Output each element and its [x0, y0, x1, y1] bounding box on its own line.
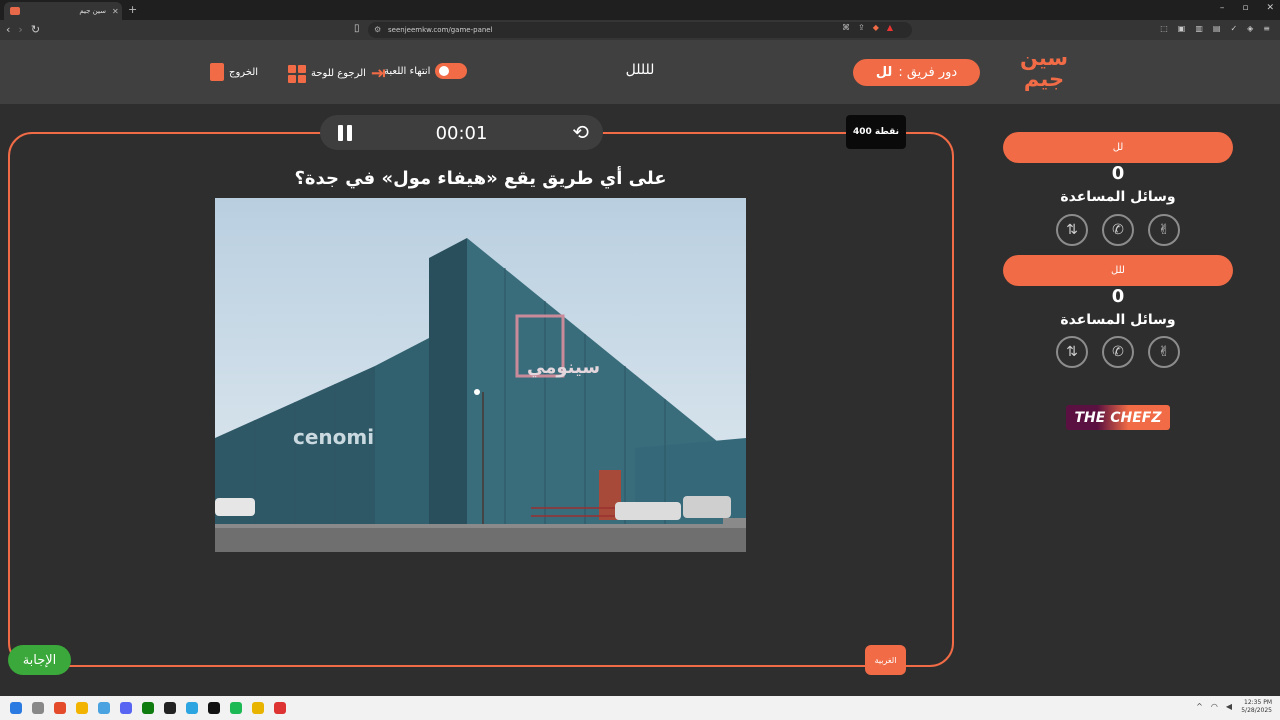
reader-icon[interactable]: ▤ — [1213, 24, 1221, 33]
double-answer-icon[interactable]: ✌ — [1148, 336, 1180, 368]
address-toolbar: ‹ › ↻ ▯ ⚙ seenjeemkw.com/game-panel ⌘ ⇪ … — [0, 20, 1280, 40]
mall-photo: cenomi سينومي — [215, 198, 746, 552]
taskbar-apps — [0, 702, 286, 714]
wallet-icon[interactable]: ▣ — [1178, 24, 1186, 33]
sponsor-logo: THE CHEFZ — [1066, 405, 1170, 430]
app-icon[interactable] — [252, 702, 264, 714]
back-to-board-label: الرجوع للوحة — [311, 68, 366, 79]
forward-icon[interactable]: › — [18, 23, 22, 36]
timer-bar: 00:01 ⟲ — [320, 115, 603, 150]
team-2-lifelines: ⇅ ✆ ✌ — [1056, 336, 1180, 368]
browser-tab[interactable]: سين جيم ✕ — [4, 2, 122, 20]
end-game-toggle-icon[interactable] — [435, 63, 468, 79]
wifi-icon[interactable]: ◠ — [1211, 702, 1218, 711]
share-icon[interactable]: ⇪ — [858, 23, 865, 32]
discord-icon[interactable] — [120, 702, 132, 714]
reload-icon[interactable]: ↻ — [31, 23, 40, 36]
site-info-icon[interactable]: ⚙ — [374, 22, 381, 38]
maximize-icon[interactable]: ▫ — [1242, 3, 1248, 13]
system-tray: ^ ◠ ◀ — [1196, 702, 1232, 711]
steam-icon[interactable] — [164, 702, 176, 714]
reset-timer-icon[interactable]: ⟲ — [572, 120, 589, 144]
team-2-name: للل — [1003, 255, 1233, 286]
sign-right: سينومي — [527, 357, 600, 378]
close-tab-icon[interactable]: ✕ — [112, 7, 122, 16]
url-field[interactable]: ⚙ seenjeemkw.com/game-panel — [368, 22, 912, 38]
question-image: cenomi سينومي — [215, 198, 746, 552]
check-icon[interactable]: ✓ — [1230, 24, 1237, 33]
category-badge: الغربية — [865, 645, 906, 675]
close-window-icon[interactable]: ✕ — [1266, 3, 1274, 13]
team-2-helps-label: وسائل المساعدة — [1060, 312, 1176, 328]
exit-label: الخروج — [229, 66, 259, 78]
swap-icon[interactable]: ⇅ — [1056, 214, 1088, 246]
tab-title: سين جيم — [79, 7, 106, 15]
team-2-score: 0 — [1111, 286, 1125, 307]
extensions-icon[interactable]: ⬚ — [1160, 24, 1168, 33]
telegram-icon[interactable] — [186, 702, 198, 714]
start-icon[interactable] — [10, 702, 22, 714]
search-icon[interactable] — [32, 702, 44, 714]
chevron-up-icon[interactable]: ^ — [1196, 702, 1203, 711]
browser-toolbar-right: ⬚ ▣ ▥ ▤ ✓ ◈ ≡ — [1160, 24, 1270, 33]
sign-left: cenomi — [293, 425, 374, 449]
os-taskbar: ^ ◠ ◀ 12:35 PM 5/28/2025 — [0, 696, 1280, 720]
window-controls: – ▫ ✕ — [1220, 3, 1274, 13]
warning-icon[interactable]: ▲ — [887, 23, 893, 32]
team-1-score: 0 — [1111, 163, 1125, 184]
store-icon[interactable] — [98, 702, 110, 714]
clock-time: 12:35 PM — [1244, 699, 1272, 706]
nav-buttons: ‹ › ↻ — [6, 23, 40, 36]
bookmark-icon[interactable]: ▯ — [354, 23, 360, 34]
shield-icon[interactable]: ◆ — [873, 23, 879, 32]
logo-line-2: جيم — [1023, 67, 1065, 91]
end-game-button[interactable]: انتهاء اللعبة — [384, 63, 468, 79]
board-grid-icon — [288, 64, 306, 83]
url-actions: ⌘ ⇪ ◆ ▲ — [842, 23, 893, 32]
team-1-helps-label: وسائل المساعدة — [1060, 189, 1176, 205]
back-to-board-button[interactable]: ⇥ الرجوع للوحة — [288, 63, 386, 84]
chatgpt-icon[interactable] — [208, 702, 220, 714]
exit-door-icon — [210, 63, 224, 81]
menu-icon[interactable]: ≡ — [1263, 24, 1270, 33]
key-icon[interactable]: ⌘ — [842, 23, 850, 32]
turn-team: لل — [875, 65, 893, 80]
browser-tab-bar: سين جيم ✕ + – ▫ ✕ — [0, 0, 1280, 20]
brave-icon[interactable] — [54, 702, 66, 714]
url-text: seenjeemkw.com/game-panel — [388, 26, 493, 34]
minimize-icon[interactable]: – — [1220, 3, 1225, 13]
turn-indicator: دور فريق : لل — [853, 59, 980, 86]
back-arrow-icon: ⇥ — [370, 63, 386, 84]
adobe-icon[interactable] — [274, 702, 286, 714]
turn-label: دور فريق : — [898, 65, 958, 80]
game-name: للللل — [625, 62, 655, 78]
points-badge: 400 نقطة — [846, 115, 906, 149]
folder-icon[interactable] — [76, 702, 88, 714]
volume-icon[interactable]: ◀ — [1226, 702, 1232, 711]
swap-icon[interactable]: ⇅ — [1056, 336, 1088, 368]
xbox-icon[interactable] — [142, 702, 154, 714]
app-header: سين جيم دور فريق : لل للللل انتهاء اللعب… — [0, 40, 1280, 104]
phone-icon[interactable]: ✆ — [1102, 336, 1134, 368]
vpn-icon[interactable]: ◈ — [1247, 24, 1253, 33]
logo-line-1: سين — [1019, 46, 1069, 70]
logo[interactable]: سين جيم — [1016, 48, 1072, 98]
exit-button[interactable]: الخروج — [210, 63, 258, 81]
back-icon[interactable]: ‹ — [6, 23, 10, 36]
sidebar-icon[interactable]: ▥ — [1195, 24, 1203, 33]
spotify-icon[interactable] — [230, 702, 242, 714]
question-text: على أي طريق يقع «هيفاء مول» في جدة؟ — [294, 168, 667, 189]
clock-date: 5/28/2025 — [1241, 707, 1272, 714]
end-game-label: انتهاء اللعبة — [384, 65, 431, 77]
site-favicon-icon — [10, 7, 20, 15]
answer-button[interactable]: الإجابة — [8, 645, 71, 675]
team-1-name: لل — [1003, 132, 1233, 163]
team-1-lifelines: ⇅ ✆ ✌ — [1056, 214, 1180, 246]
timer-display: 00:01 — [435, 123, 488, 144]
double-answer-icon[interactable]: ✌ — [1148, 214, 1180, 246]
new-tab-button[interactable]: + — [128, 3, 137, 16]
phone-icon[interactable]: ✆ — [1102, 214, 1134, 246]
clock[interactable]: 12:35 PM 5/28/2025 — [1241, 699, 1272, 715]
